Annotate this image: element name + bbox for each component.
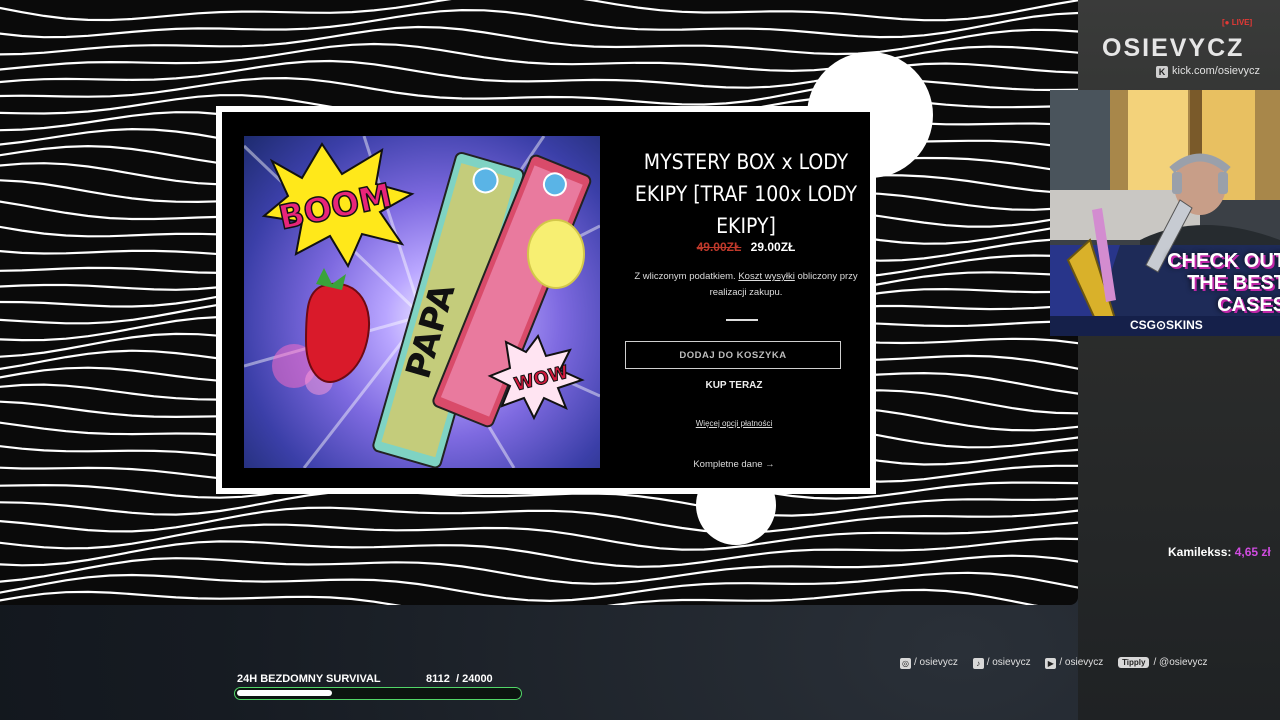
donor-name: Kamilekss:	[1168, 545, 1232, 559]
social-handle: / osievycz	[1059, 657, 1104, 668]
shipping-cost-link[interactable]: Koszt wysyłki	[738, 271, 794, 282]
old-price: 49.00ZŁ	[696, 240, 742, 254]
goal-count: 8112 / 24000	[426, 673, 493, 685]
donation-alert: Kamilekss: 4,65 zł	[1168, 545, 1271, 559]
product-title-line: EKIPY [TRAF 100x LODY	[634, 182, 858, 206]
product-title-line: MYSTERY BOX x LODY	[643, 150, 849, 174]
add-to-cart-button[interactable]: DODAJ DO KOSZYKA	[625, 341, 841, 369]
webcam-ad-line: CASES	[1217, 294, 1280, 316]
social-tiktok: ♪ / osievycz	[972, 657, 1031, 669]
tiktok-icon: ♪	[972, 658, 984, 669]
social-youtube: ▶ / osievycz	[1045, 657, 1103, 669]
product-title: MYSTERY BOX x LODY EKIPY [TRAF 100x LODY…	[622, 146, 870, 242]
social-tipply: Tipply / @osievycz	[1118, 657, 1208, 668]
live-badge: [● LIVE]	[1222, 18, 1253, 27]
goal-label: 24H BEZDOMNY SURVIVAL	[237, 673, 381, 685]
product-image[interactable]: BOOM PAPA WOW	[244, 136, 600, 468]
wave-line	[0, 554, 1078, 585]
kick-url: kick.com/osievycz	[1172, 65, 1261, 77]
wave-line	[0, 42, 1078, 73]
social-handle: / osievycz	[986, 657, 1031, 668]
kick-link: Kkick.com/osievycz	[1156, 65, 1260, 78]
wave-line	[0, 25, 1078, 56]
wave-line	[0, 8, 1078, 39]
current-price: 29.00ZŁ	[750, 240, 796, 254]
more-payment-options-link[interactable]: Więcej opcji płatności	[652, 419, 816, 428]
buy-now-button[interactable]: KUP TERAZ	[662, 380, 806, 391]
tax-note: Z wliczonym podatkiem. Koszt wysyłki obl…	[626, 269, 866, 301]
social-instagram: ◎ / osievycz	[900, 657, 958, 669]
channel-brand: OSIEVYCZ	[1102, 34, 1245, 62]
webcam-feed: CHECK OUT THE BEST CASES CSG⊙SKINS	[1050, 90, 1280, 336]
wave-line	[0, 506, 1078, 534]
social-links: ◎ / osievycz ♪ / osievycz ▶ / osievycz Tipp…	[900, 657, 1220, 669]
donation-amount: 4,65 zł	[1234, 545, 1271, 559]
youtube-icon: ▶	[1045, 658, 1057, 669]
tipply-badge: Tipply	[1118, 657, 1150, 668]
webcam-ad-line: THE BEST	[1187, 272, 1280, 294]
wave-line	[0, 588, 1039, 605]
tax-note-text: Z wliczonym podatkiem.	[634, 271, 736, 282]
goal-progress-fill	[237, 690, 332, 696]
sponsor-brand: CSG⊙SKINS	[1130, 318, 1203, 332]
product-card: BOOM PAPA WOW MYSTERY BOX x LODY EKIPY […	[216, 106, 876, 494]
strawberry	[304, 282, 371, 384]
webcam-ad-text: CHECK OUT THE BEST CASES	[1167, 250, 1280, 316]
goal-progress-bar	[234, 687, 522, 700]
browser-stage: BOOM PAPA WOW MYSTERY BOX x LODY EKIPY […	[0, 0, 1078, 605]
product-artwork: BOOM PAPA WOW	[244, 136, 600, 468]
instagram-icon: ◎	[900, 658, 911, 669]
webcam-ad-line: CHECK OUT	[1167, 250, 1280, 272]
kick-icon: K	[1156, 66, 1168, 78]
price-row: 49.00ZŁ 29.00ZŁ	[622, 240, 870, 254]
social-handle: / osievycz	[914, 657, 958, 668]
product-panel: BOOM PAPA WOW MYSTERY BOX x LODY EKIPY […	[222, 112, 870, 488]
divider	[726, 319, 758, 321]
product-title-line: EKIPY]	[716, 214, 776, 238]
social-handle: / @osievycz	[1153, 657, 1208, 668]
full-details-link[interactable]: Kompletne dane →	[652, 459, 816, 470]
